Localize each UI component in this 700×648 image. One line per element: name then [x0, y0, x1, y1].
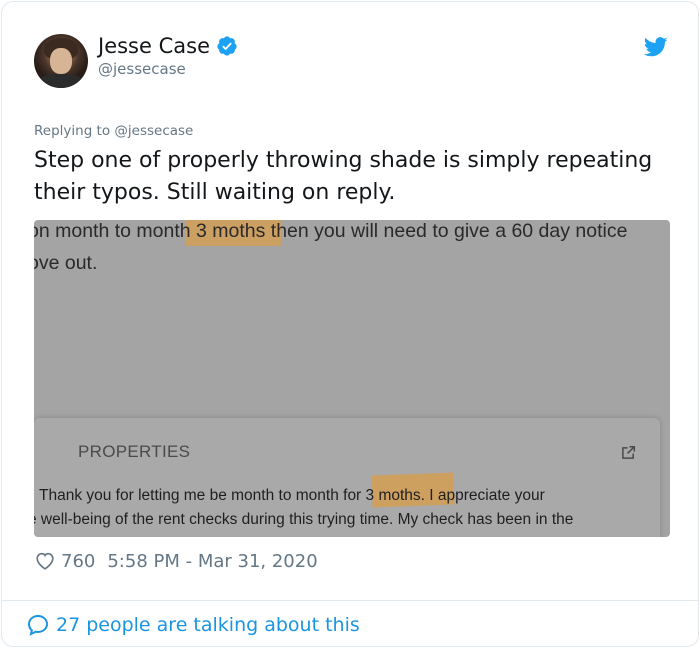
tweet-media-image[interactable]: on month to month 3 moths then you will …	[34, 220, 670, 537]
replying-to[interactable]: Replying to @jessecase	[34, 123, 193, 139]
author-handle[interactable]: @jessecase	[98, 60, 186, 78]
tweet-text: Step one of properly throwing shade is s…	[34, 148, 653, 205]
tweet-meta: 760 5:58 PM - Mar 31, 2020	[34, 550, 318, 572]
author-name-row[interactable]: Jesse Case	[98, 34, 238, 58]
media-text-line: on month to month 3 moths then you will …	[34, 220, 628, 242]
avatar[interactable]	[34, 34, 88, 88]
talking-count-label[interactable]: 27 people are talking about this	[56, 614, 360, 636]
heart-icon[interactable]	[34, 550, 56, 572]
twitter-bird-icon[interactable]	[644, 36, 668, 58]
like-count[interactable]: 760	[61, 551, 95, 572]
author-display-name[interactable]: Jesse Case	[98, 34, 210, 58]
external-link-icon	[622, 445, 636, 459]
verified-badge-icon	[217, 36, 237, 56]
tweet-card: Jesse Case @jessecase Replying to @jesse…	[1, 1, 699, 647]
timestamp[interactable]: 5:58 PM - Mar 31, 2020	[107, 551, 317, 572]
panel-title: PROPERTIES	[78, 442, 191, 461]
panel-text-line: Thank you for letting me be month to mon…	[39, 487, 545, 504]
speech-bubble-icon	[27, 614, 49, 636]
divider	[2, 600, 698, 601]
media-text-line: ove out.	[34, 252, 98, 274]
email-panel: PROPERTIES Thank you for letting me be m…	[34, 418, 660, 537]
panel-text-line: e well-being of the rent checks during t…	[34, 511, 574, 528]
conversation-link[interactable]: 27 people are talking about this	[26, 613, 360, 637]
